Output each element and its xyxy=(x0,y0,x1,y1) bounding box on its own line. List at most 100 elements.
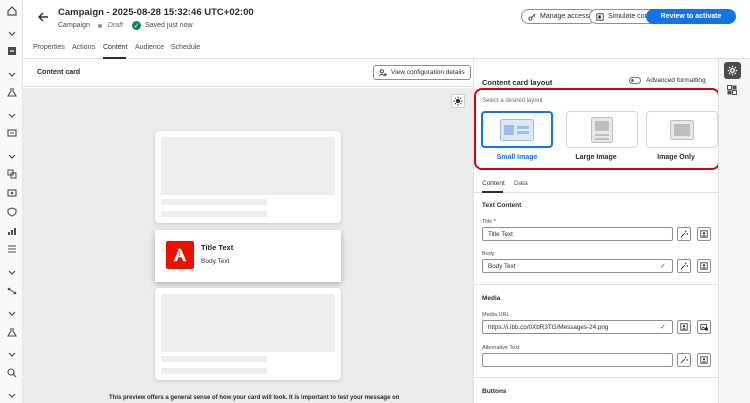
preview-header: Content card View configuration details xyxy=(23,59,473,87)
valid-check-icon: ✓ xyxy=(660,263,666,270)
media-heading: Media xyxy=(482,295,501,302)
magic-wand-icon xyxy=(680,262,688,270)
section-divider xyxy=(474,284,719,285)
content-card-preview: Title Text Body Text xyxy=(155,230,341,282)
config-icon xyxy=(379,68,387,76)
properties-rail xyxy=(718,59,750,403)
placeholder-line xyxy=(161,356,267,362)
layout-option-small-image[interactable] xyxy=(481,111,553,148)
tab-schedule[interactable]: Schedule xyxy=(171,44,200,51)
tab-properties[interactable]: Properties xyxy=(33,44,65,51)
chevron-down-icon[interactable] xyxy=(6,68,17,79)
section-divider xyxy=(474,377,719,378)
select-asset-button[interactable] xyxy=(697,320,711,334)
buttons-heading: Buttons xyxy=(482,388,507,395)
reports-icon[interactable] xyxy=(6,225,17,236)
ai-assist-button[interactable] xyxy=(677,227,691,241)
subtab-data[interactable]: Data xyxy=(514,180,528,187)
preview-disclaimer: This preview offers a general sense of h… xyxy=(109,395,400,401)
home-icon[interactable] xyxy=(6,5,17,16)
text-content-heading: Text Content xyxy=(482,202,522,209)
placeholder-line xyxy=(161,211,267,217)
content-icon[interactable] xyxy=(6,127,17,138)
layout-label-large-image[interactable]: Large Image xyxy=(560,154,632,161)
chevron-down-icon[interactable] xyxy=(6,307,17,318)
card-body: Body Text xyxy=(201,258,230,265)
campaign-tabs: Properties Actions Content Audience Sche… xyxy=(23,38,750,59)
campaign-type: Campaign xyxy=(58,22,90,29)
personalize-button[interactable] xyxy=(697,259,711,273)
view-config-button[interactable]: View configuration details xyxy=(373,65,471,80)
key-icon xyxy=(528,13,536,21)
image-only-layout-icon xyxy=(670,119,694,140)
ai-assist-button[interactable] xyxy=(677,353,691,367)
required-marker: * xyxy=(493,219,496,225)
assets-icon[interactable] xyxy=(6,168,17,179)
flask-icon[interactable] xyxy=(6,86,17,97)
media-url-label: Media URL xyxy=(482,312,510,318)
left-nav-rail xyxy=(0,0,23,403)
search-settings-icon[interactable] xyxy=(6,367,17,378)
personalize-icon xyxy=(700,356,708,364)
placeholder-image xyxy=(161,294,335,352)
title-field[interactable]: Title Text xyxy=(482,227,673,241)
card-title: Title Text xyxy=(201,243,234,252)
magic-wand-icon xyxy=(680,230,688,238)
tab-audience[interactable]: Audience xyxy=(135,44,164,51)
active-subtab-indicator xyxy=(482,191,503,193)
placeholder-card-top xyxy=(155,131,341,223)
save-status: Saved just now xyxy=(145,22,193,29)
magic-wand-icon xyxy=(680,356,688,364)
journey-icon[interactable] xyxy=(6,285,17,296)
back-arrow-icon[interactable] xyxy=(37,11,49,23)
layout-option-image-only[interactable] xyxy=(646,111,718,148)
personalize-button[interactable] xyxy=(677,320,691,334)
layout-option-large-image[interactable] xyxy=(566,111,638,148)
chevron-down-icon[interactable] xyxy=(6,348,17,359)
shield-icon[interactable] xyxy=(6,206,17,217)
status-badge: Draft xyxy=(107,22,124,29)
theme-toggle-icon[interactable] xyxy=(451,94,465,108)
placeholder-card-bottom xyxy=(155,288,341,380)
alt-text-field[interactable] xyxy=(482,353,673,367)
tab-actions[interactable]: Actions xyxy=(72,44,95,51)
placeholder-image xyxy=(161,137,335,195)
campaign-icon[interactable] xyxy=(6,45,17,56)
personalize-button[interactable] xyxy=(697,353,711,367)
layout-hint: Select a desired layout xyxy=(482,98,543,104)
layout-label-image-only[interactable]: Image Only xyxy=(640,154,712,161)
campaign-header: Campaign - 2025-08-28 15:32:46 UTC+02:00… xyxy=(23,0,750,38)
media-url-field[interactable]: https://i.ibb.co/0XbR3TG/Messages-24.png… xyxy=(482,320,673,334)
advanced-formatting-toggle[interactable] xyxy=(629,77,641,84)
template-icon[interactable] xyxy=(6,187,17,198)
small-image-layout-icon xyxy=(500,118,534,141)
ai-assist-button[interactable] xyxy=(677,259,691,273)
layout-label-small-image[interactable]: Small Image xyxy=(481,154,553,161)
adobe-logo-icon xyxy=(166,241,194,269)
chevron-down-icon[interactable] xyxy=(6,266,17,277)
chevron-down-icon[interactable] xyxy=(6,389,17,400)
flask-icon[interactable] xyxy=(6,326,17,337)
body-field[interactable]: Body Text ✓ xyxy=(482,259,673,273)
chevron-down-icon[interactable] xyxy=(6,150,17,161)
status-dot-icon xyxy=(97,23,102,28)
manage-access-button[interactable]: Manage access xyxy=(521,9,597,24)
placeholder-line xyxy=(161,368,267,374)
page-title: Campaign - 2025-08-28 15:32:46 UTC+02:00 xyxy=(58,7,254,18)
tab-content[interactable]: Content xyxy=(103,44,128,51)
card-preview-area: Title Text Body Text This preview offers… xyxy=(23,88,473,403)
title-field-label: Title * xyxy=(482,219,496,225)
gear-icon[interactable] xyxy=(724,62,741,79)
placeholder-line xyxy=(161,199,267,205)
subtab-content[interactable]: Content xyxy=(482,180,505,187)
chevron-down-icon[interactable] xyxy=(6,27,17,38)
alt-text-label: Alternative Text xyxy=(482,345,520,351)
chevron-down-icon[interactable] xyxy=(6,109,17,120)
component-grid-icon[interactable] xyxy=(727,85,737,95)
personalize-button[interactable] xyxy=(697,227,711,241)
body-value: Body Text xyxy=(488,263,516,270)
review-activate-button[interactable]: Review to activate xyxy=(646,9,736,24)
content-card-settings-panel: Content card layout Advanced formatting … xyxy=(473,59,720,403)
list-icon[interactable] xyxy=(6,243,17,254)
advanced-formatting-label: Advanced formatting xyxy=(646,77,706,84)
